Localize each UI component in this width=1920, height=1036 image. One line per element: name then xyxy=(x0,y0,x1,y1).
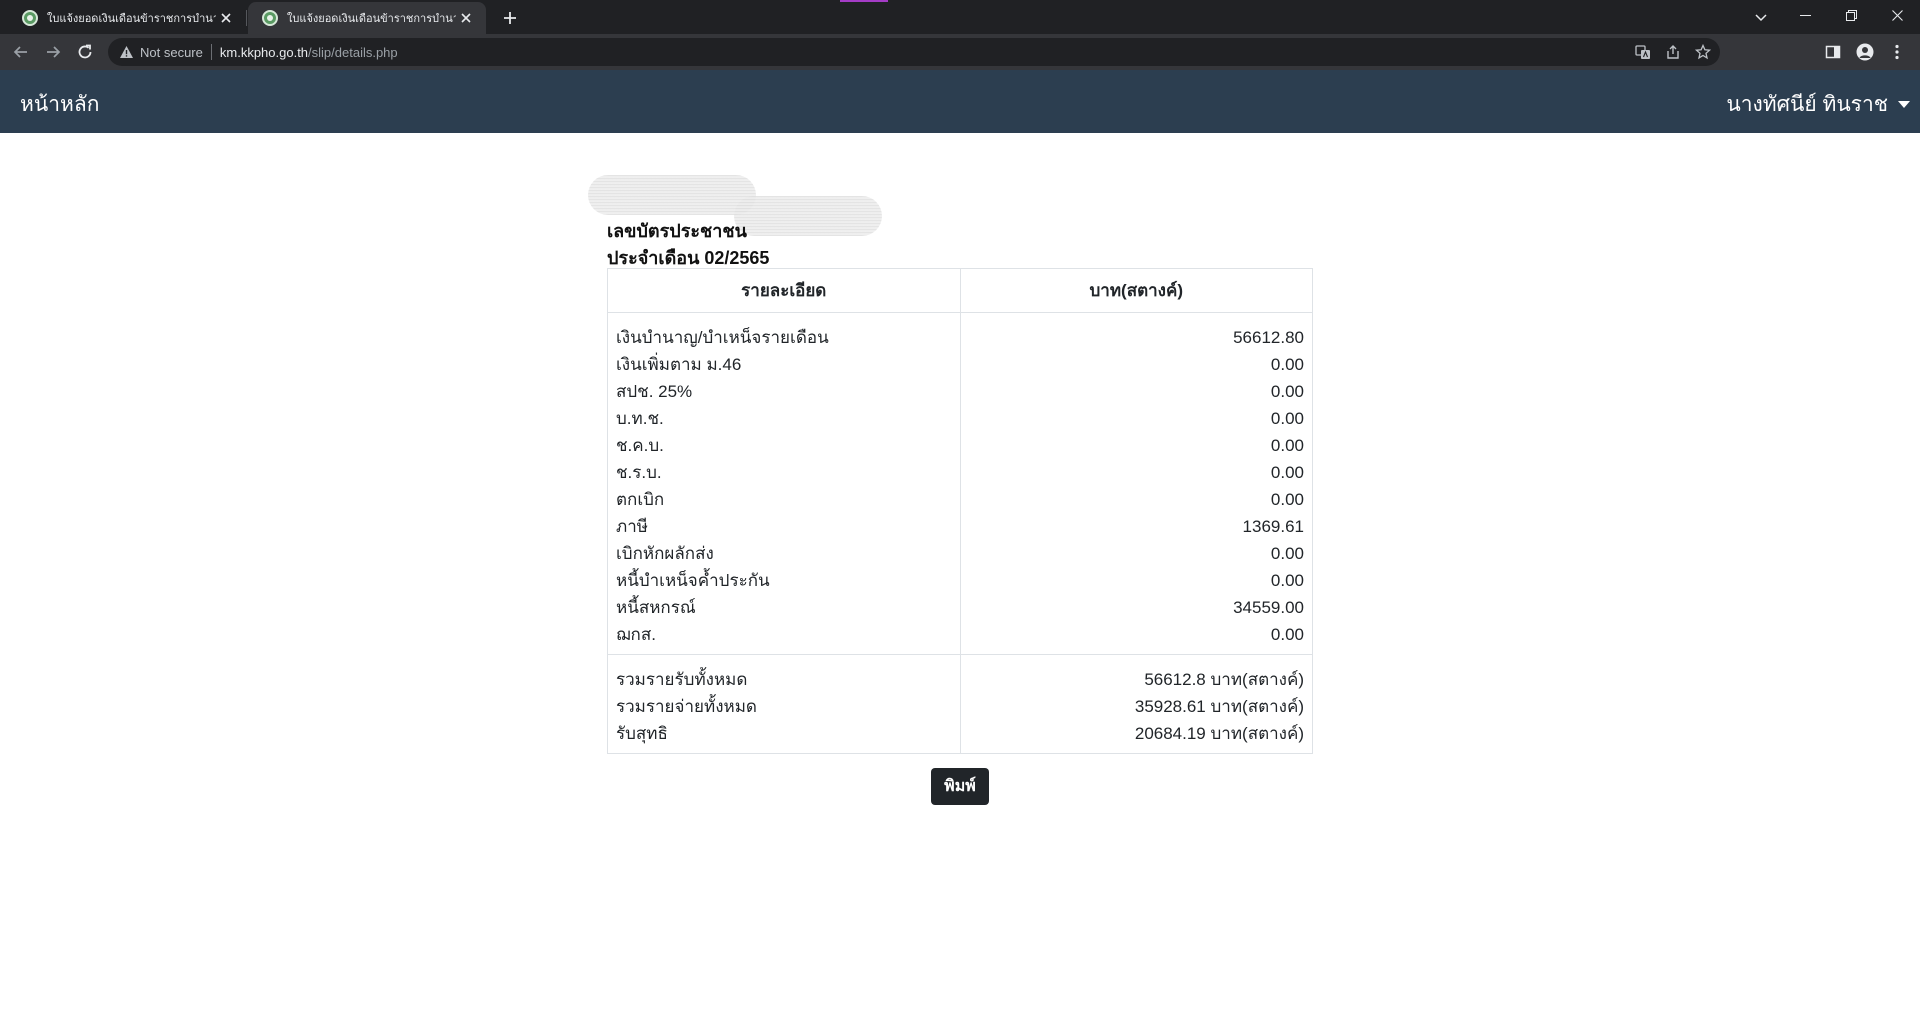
total-expense-label: รวมรายจ่ายทั้งหมด xyxy=(616,697,757,716)
salary-slip-table: รายละเอียด บาท(สตางค์) เงินบำนาญ/บำเหน็จ… xyxy=(607,268,1313,754)
person-icon xyxy=(1856,43,1874,61)
item-label: เงินบำนาญ/บำเหน็จรายเดือน xyxy=(616,328,829,347)
total-income-label: รวมรายรับทั้งหมด xyxy=(616,670,748,689)
item-label: ฌกส. xyxy=(616,625,656,644)
profile-button[interactable] xyxy=(1852,39,1878,65)
close-icon xyxy=(1891,9,1903,21)
close-icon[interactable] xyxy=(216,8,236,28)
item-label: ภาษี xyxy=(616,517,648,536)
item-amount: 56612.80 xyxy=(1233,328,1304,347)
item-amount: 0.00 xyxy=(1270,625,1304,644)
minimize-icon xyxy=(1799,14,1811,16)
slip-totals-row: รวมรายรับทั้งหมด รวมรายจ่ายทั้งหมด รับสุ… xyxy=(607,654,1313,754)
address-bar[interactable]: Not secure km.kkpho.go.th/slip/details.p… xyxy=(108,38,1720,66)
chevron-down-icon xyxy=(1755,14,1767,22)
total-labels: รวมรายรับทั้งหมด รวมรายจ่ายทั้งหมด รับสุ… xyxy=(607,654,961,754)
url-host[interactable]: km.kkpho.go.th xyxy=(220,45,308,60)
side-panel-button[interactable] xyxy=(1820,39,1846,65)
kebab-menu-icon xyxy=(1895,44,1899,60)
arrow-right-icon xyxy=(47,46,61,58)
tab-search-button[interactable] xyxy=(1748,5,1774,31)
item-amount: 0.00 xyxy=(1270,436,1304,455)
item-label: ตกเบิก xyxy=(616,490,665,509)
item-label: บ.ท.ช. xyxy=(616,409,664,428)
column-header-detail: รายละเอียด xyxy=(607,268,961,313)
close-window-button[interactable] xyxy=(1874,0,1920,30)
item-label: สปช. 25% xyxy=(616,382,693,401)
citizen-id-label: เลขบัตรประชาชน xyxy=(607,221,747,241)
minimize-button[interactable] xyxy=(1782,0,1828,30)
tab-title: ใบแจ้งยอดเงินเดือนข้าราชการบำนาญ/ xyxy=(47,13,216,25)
browser-tab-2[interactable]: ใบแจ้งยอดเงินเดือนข้าราชการบำนาญ/ xyxy=(248,2,486,34)
browser-toolbar: Not secure km.kkpho.go.th/slip/details.p… xyxy=(0,34,1920,70)
item-label: หนี้สหกรณ์ xyxy=(616,598,696,617)
omnibox-separator xyxy=(210,44,212,60)
item-amount: 0.00 xyxy=(1270,544,1304,563)
star-icon[interactable] xyxy=(1692,41,1714,63)
net-pay-amount: 20684.19 บาท(สตางค์) xyxy=(1134,724,1304,743)
print-button[interactable]: พิมพ์ xyxy=(931,768,989,805)
new-tab-button[interactable] xyxy=(497,5,523,31)
omnibox-actions xyxy=(1632,41,1714,63)
url-path[interactable]: /slip/details.php xyxy=(308,45,398,60)
item-amount: 1369.61 xyxy=(1242,517,1304,536)
item-amount: 0.00 xyxy=(1270,463,1304,482)
item-amount: 34559.00 xyxy=(1233,598,1304,617)
user-name: นางทัศนีย์ ทินราช xyxy=(1726,93,1888,116)
redacted-area xyxy=(588,175,756,215)
browser-tab-1[interactable]: ใบแจ้งยอดเงินเดือนข้าราชการบำนาญ/ xyxy=(8,2,246,34)
restore-icon xyxy=(1845,9,1857,21)
user-dropdown[interactable]: นางทัศนีย์ ทินราช xyxy=(1726,88,1910,121)
item-label: หนี้บำเหน็จค้ำประกัน xyxy=(616,571,770,590)
site-emblem-icon xyxy=(22,10,38,26)
caret-down-icon xyxy=(1898,101,1910,108)
home-link[interactable]: หน้าหลัก xyxy=(20,88,99,121)
item-amount: 0.00 xyxy=(1270,490,1304,509)
tab-activity-indicator xyxy=(840,0,888,2)
column-header-amount: บาท(สตางค์) xyxy=(959,268,1313,313)
browser-menu-button[interactable] xyxy=(1884,39,1910,65)
forward-button[interactable] xyxy=(40,39,66,65)
restore-button[interactable] xyxy=(1828,0,1874,30)
share-icon[interactable] xyxy=(1662,41,1684,63)
total-expense-amount: 35928.61 บาท(สตางค์) xyxy=(1134,697,1304,716)
item-amount: 0.00 xyxy=(1270,571,1304,590)
security-status-label[interactable]: Not secure xyxy=(140,45,203,60)
slip-items-row: เงินบำนาญ/บำเหน็จรายเดือน เงินเพิ่มตาม ม… xyxy=(607,312,1313,655)
net-pay-label: รับสุทธิ xyxy=(616,724,668,743)
item-label: เงินเพิ่มตาม ม.46 xyxy=(616,355,742,374)
tab-title: ใบแจ้งยอดเงินเดือนข้าราชการบำนาญ/ xyxy=(287,13,456,25)
item-amount: 0.00 xyxy=(1270,382,1304,401)
site-emblem-icon xyxy=(262,10,278,26)
browser-tab-strip: ใบแจ้งยอดเงินเดือนข้าราชการบำนาญ/ ใบแจ้ง… xyxy=(0,0,1920,34)
total-income-amount: 56612.8 บาท(สตางค์) xyxy=(1144,670,1304,689)
reload-button[interactable] xyxy=(72,39,98,65)
back-button[interactable] xyxy=(8,39,34,65)
reload-icon xyxy=(78,44,92,59)
item-label: ช.ค.บ. xyxy=(616,436,664,455)
item-amounts: 56612.80 0.00 0.00 0.00 0.00 0.00 0.00 1… xyxy=(959,312,1313,655)
item-label: ช.ร.บ. xyxy=(616,463,662,482)
item-labels: เงินบำนาญ/บำเหน็จรายเดือน เงินเพิ่มตาม ม… xyxy=(607,312,961,655)
total-amounts: 56612.8 บาท(สตางค์) 35928.61 บาท(สตางค์)… xyxy=(959,654,1313,754)
table-header-row: รายละเอียด บาท(สตางค์) xyxy=(607,268,1313,313)
item-amount: 0.00 xyxy=(1270,355,1304,374)
item-label: เบิกหักผลักส่ง xyxy=(616,544,714,563)
translate-icon[interactable] xyxy=(1632,41,1654,63)
plus-icon xyxy=(504,12,516,24)
redacted-area xyxy=(734,196,882,236)
warning-triangle-icon[interactable] xyxy=(118,44,134,60)
site-navbar: หน้าหลัก นางทัศนีย์ ทินราช xyxy=(0,70,1920,133)
side-panel-icon xyxy=(1825,45,1841,59)
close-icon[interactable] xyxy=(456,8,476,28)
tab-divider xyxy=(246,10,247,26)
item-amount: 0.00 xyxy=(1270,409,1304,428)
arrow-left-icon xyxy=(13,46,27,58)
